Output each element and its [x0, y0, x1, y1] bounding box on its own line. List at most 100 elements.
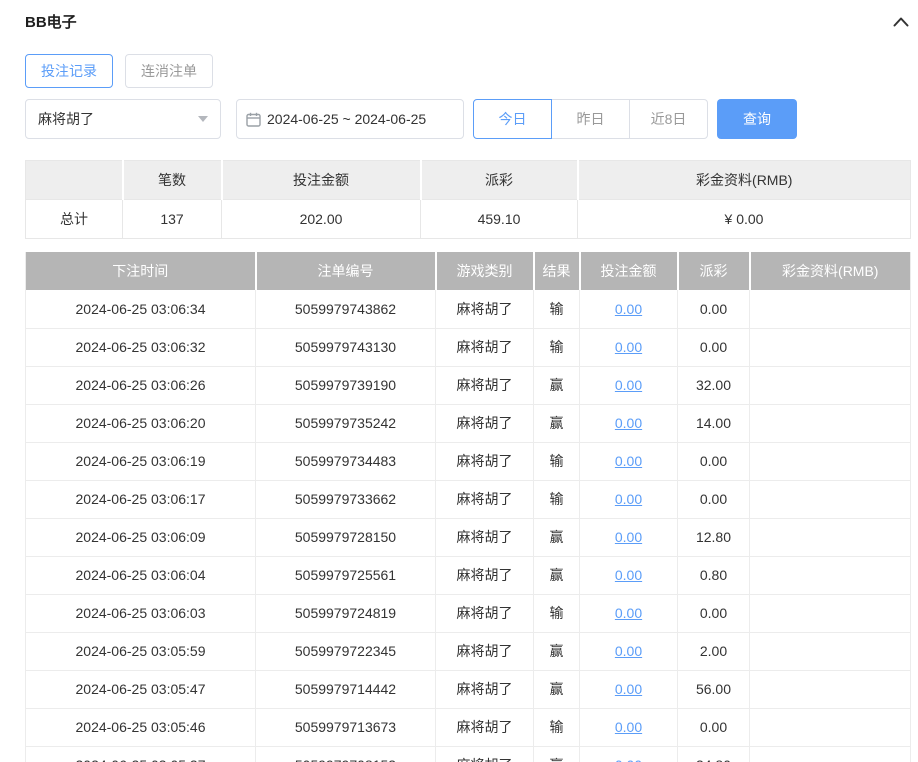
table-row: 2024-06-25 03:06:19 5059979734483 麻将胡了输 0.0…	[25, 442, 911, 481]
quick-date-buttons: 今日 昨日 近8日	[473, 99, 708, 139]
result-cell: 赢	[533, 670, 580, 709]
game-select[interactable]: 麻将胡了	[25, 99, 221, 139]
bet-amount-cell: 0.00	[579, 632, 678, 671]
bet-amount-cell: 0.00	[579, 366, 678, 405]
bet-amount-cell: 0.00	[579, 290, 678, 329]
game-type-cell: 麻将胡了	[435, 442, 534, 481]
bet-time-cell: 2024-06-25 03:06:32	[25, 328, 256, 367]
result-cell: 输	[533, 328, 580, 367]
game-type-cell: 麻将胡了	[435, 708, 534, 747]
order-no-cell: 5059979739190	[255, 366, 436, 405]
order-no-cell: 5059979714442	[255, 670, 436, 709]
summary-header-cell: 投注金额	[221, 160, 422, 200]
jackpot-cell	[749, 594, 911, 633]
page-title: BB电子	[25, 13, 77, 31]
bet-amount-link[interactable]: 0.00	[615, 719, 642, 735]
search-button[interactable]: 查询	[717, 99, 797, 139]
records-header-cell: 注单编号	[255, 252, 437, 290]
table-row: 2024-06-25 03:06:20 5059979735242 麻将胡了赢 0.0…	[25, 404, 911, 443]
bet-amount-cell: 0.00	[579, 328, 678, 367]
result-cell: 赢	[533, 404, 580, 443]
records-header-cell: 彩金资料(RMB)	[749, 252, 911, 290]
yesterday-button[interactable]: 昨日	[551, 99, 630, 139]
order-no-cell: 5059979708153	[255, 746, 436, 762]
tab-bet-records[interactable]: 投注记录	[25, 54, 113, 88]
jackpot-cell	[749, 708, 911, 747]
game-type-cell: 麻将胡了	[435, 670, 534, 709]
date-range-input[interactable]: 2024-06-25 ~ 2024-06-25	[236, 99, 464, 139]
today-button[interactable]: 今日	[473, 99, 552, 139]
bet-time-cell: 2024-06-25 03:06:19	[25, 442, 256, 481]
summary-jackpot: ¥ 0.00	[577, 199, 911, 239]
bet-amount-link[interactable]: 0.00	[615, 567, 642, 583]
tab-cancel-orders[interactable]: 连消注单	[125, 54, 213, 88]
payout-cell: 0.80	[677, 556, 750, 595]
result-cell: 赢	[533, 366, 580, 405]
game-type-cell: 麻将胡了	[435, 480, 534, 519]
bet-amount-link[interactable]: 0.00	[615, 643, 642, 659]
table-row: 2024-06-25 03:05:375059979708153麻将胡了赢 0.0…	[25, 746, 911, 762]
table-row: 2024-06-25 03:06:26 5059979739190 麻将胡了赢 0.0…	[25, 366, 911, 405]
records-table: 下注时间 注单编号 游戏类别 结果 投注金额 派彩 彩金资料(RMB) 2024-06-25…	[25, 252, 911, 762]
result-cell: 输	[533, 594, 580, 633]
payout-cell: 12.80	[677, 518, 750, 557]
last-8-days-button[interactable]: 近8日	[629, 99, 708, 139]
summary-table: 笔数 投注金额 派彩 彩金资料(RMB) 总计 137 202.00 459.10 ¥…	[25, 160, 911, 239]
order-no-cell: 5059979734483	[255, 442, 436, 481]
summary-count: 137	[122, 199, 222, 239]
game-type-cell: 麻将胡了	[435, 556, 534, 595]
summary-header-row: 笔数 投注金额 派彩 彩金资料(RMB)	[25, 160, 911, 200]
bet-time-cell: 2024-06-25 03:05:46	[25, 708, 256, 747]
summary-payout: 459.10	[420, 199, 578, 239]
chevron-up-icon	[893, 15, 909, 30]
payout-cell: 2.00	[677, 632, 750, 671]
jackpot-cell	[749, 404, 911, 443]
payout-cell: 0.00	[677, 442, 750, 481]
bet-time-cell: 2024-06-25 03:06:09	[25, 518, 256, 557]
collapse-toggle[interactable]	[891, 14, 911, 29]
payout-cell: 0.00	[677, 328, 750, 367]
records-header-cell: 下注时间	[25, 252, 257, 290]
bet-amount-link[interactable]: 0.00	[615, 301, 642, 317]
summary-header-cell: 派彩	[420, 160, 579, 200]
bet-amount-link[interactable]: 0.00	[615, 681, 642, 697]
bet-amount-cell: 0.00	[579, 708, 678, 747]
bet-time-cell: 2024-06-25 03:06:04	[25, 556, 256, 595]
result-cell: 赢	[533, 746, 580, 762]
bet-amount-link[interactable]: 0.00	[615, 453, 642, 469]
order-no-cell: 5059979733662	[255, 480, 436, 519]
records-header-cell: 游戏类别	[435, 252, 535, 290]
table-row: 2024-06-25 03:06:34 5059979743862 麻将胡了输 0.0…	[25, 290, 911, 329]
bet-amount-link[interactable]: 0.00	[615, 491, 642, 507]
bet-amount-cell: 0.00	[579, 594, 678, 633]
bet-amount-cell: 0.00	[579, 556, 678, 595]
jackpot-cell	[749, 632, 911, 671]
game-type-cell: 麻将胡了	[435, 328, 534, 367]
jackpot-cell	[749, 518, 911, 557]
bet-amount-link[interactable]: 0.00	[615, 415, 642, 431]
jackpot-cell	[749, 746, 911, 762]
bet-amount-cell: 0.00	[579, 518, 678, 557]
records-header-row: 下注时间 注单编号 游戏类别 结果 投注金额 派彩 彩金资料(RMB)	[25, 252, 911, 290]
bet-amount-link[interactable]: 0.00	[615, 605, 642, 621]
game-type-cell: 麻将胡了	[435, 404, 534, 443]
summary-total-row: 总计 137 202.00 459.10 ¥ 0.00	[25, 199, 911, 239]
bet-amount-link[interactable]: 0.00	[615, 757, 642, 762]
game-type-cell: 麻将胡了	[435, 366, 534, 405]
payout-cell: 56.00	[677, 670, 750, 709]
payout-cell: 32.00	[677, 366, 750, 405]
date-range-value: 2024-06-25 ~ 2024-06-25	[267, 111, 427, 127]
jackpot-cell	[749, 480, 911, 519]
bet-amount-link[interactable]: 0.00	[615, 339, 642, 355]
bet-amount-link[interactable]: 0.00	[615, 529, 642, 545]
table-row: 2024-06-25 03:05:47 5059979714442 麻将胡了赢 0.0…	[25, 670, 911, 709]
jackpot-cell	[749, 670, 911, 709]
order-no-cell: 5059979722345	[255, 632, 436, 671]
bet-amount-link[interactable]: 0.00	[615, 377, 642, 393]
result-cell: 赢	[533, 518, 580, 557]
payout-cell: 0.00	[677, 708, 750, 747]
game-type-cell: 麻将胡了	[435, 632, 534, 671]
order-no-cell: 5059979743862	[255, 290, 436, 329]
bet-time-cell: 2024-06-25 03:05:37	[25, 746, 256, 762]
result-cell: 赢	[533, 632, 580, 671]
